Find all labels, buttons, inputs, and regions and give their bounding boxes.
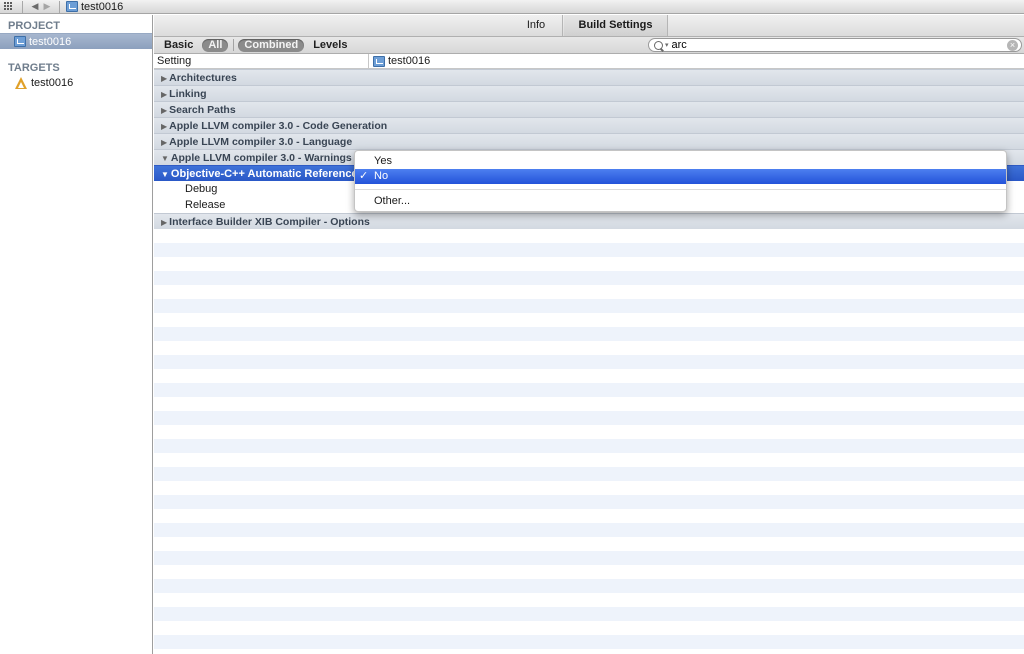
app-target-icon <box>14 77 28 89</box>
menu-item-other[interactable]: Other... <box>355 194 1006 209</box>
empty-row <box>154 537 1024 551</box>
empty-row <box>154 467 1024 481</box>
group-label: Apple LLVM compiler 3.0 - Language <box>169 136 353 148</box>
empty-row <box>154 411 1024 425</box>
column-header: Setting test0016 <box>154 53 1024 69</box>
disclosure-triangle-icon[interactable]: ▶ <box>161 218 167 227</box>
group-language[interactable]: ▶ Apple LLVM compiler 3.0 - Language <box>154 133 1024 149</box>
combined-view-button[interactable]: Combined <box>238 38 305 52</box>
group-label: Architectures <box>169 72 237 84</box>
setting-column-header[interactable]: Setting <box>154 53 369 69</box>
empty-row <box>154 285 1024 299</box>
empty-row <box>154 481 1024 495</box>
group-code-generation[interactable]: ▶ Apple LLVM compiler 3.0 - Code Generati… <box>154 117 1024 133</box>
disclosure-triangle-icon[interactable]: ▶ <box>161 122 167 131</box>
project-navigator: PROJECT test0016 TARGETS test0016 <box>0 15 153 654</box>
empty-row <box>154 635 1024 649</box>
divider <box>22 0 23 13</box>
project-icon <box>373 55 385 67</box>
group-label: Apple LLVM compiler 3.0 - Code Generatio… <box>169 120 388 132</box>
disclosure-triangle-icon[interactable]: ▼ <box>161 154 169 163</box>
disclosure-triangle-icon[interactable]: ▼ <box>161 170 169 179</box>
empty-row <box>154 439 1024 453</box>
empty-row <box>154 523 1024 537</box>
target-column-header[interactable]: test0016 <box>369 55 430 67</box>
empty-row <box>154 397 1024 411</box>
sidebar-item-project[interactable]: test0016 <box>0 33 152 49</box>
menu-item-label: Yes <box>374 155 392 167</box>
jump-bar: ◀ ▶ test0016 <box>0 0 1024 14</box>
editor-tab-bar: Info Build Settings <box>154 15 1024 37</box>
sidebar-item-label: test0016 <box>31 77 74 89</box>
sidebar-item-target[interactable]: test0016 <box>0 75 152 91</box>
setting-label: Objective-C++ Automatic Reference C <box>170 168 369 180</box>
empty-row <box>154 313 1024 327</box>
jumpbar-project[interactable]: test0016 <box>81 1 123 13</box>
menu-separator <box>355 189 1006 190</box>
back-arrow-icon[interactable]: ◀ <box>29 1 41 12</box>
group-ib-xib-compiler[interactable]: ▶ Interface Builder XIB Compiler - Option… <box>154 213 1024 229</box>
empty-row <box>154 369 1024 383</box>
empty-row <box>154 565 1024 579</box>
empty-row <box>154 383 1024 397</box>
empty-row <box>154 341 1024 355</box>
empty-row <box>154 271 1024 285</box>
menu-item-yes[interactable]: Yes <box>355 154 1006 169</box>
related-items-icon[interactable] <box>4 2 16 11</box>
divider <box>233 39 235 51</box>
empty-row <box>154 327 1024 341</box>
empty-row <box>154 621 1024 635</box>
levels-view-button[interactable]: Levels <box>307 39 353 52</box>
empty-row <box>154 257 1024 271</box>
empty-row <box>154 495 1024 509</box>
clear-search-icon[interactable]: × <box>1007 40 1018 51</box>
group-architectures[interactable]: ▶ Architectures <box>154 69 1024 85</box>
project-icon <box>14 36 26 47</box>
project-icon <box>66 1 78 12</box>
filter-bar: Basic All Combined Levels ▾ × <box>154 37 1024 54</box>
disclosure-triangle-icon[interactable]: ▶ <box>161 106 167 115</box>
checkmark-icon: ✓ <box>359 170 369 182</box>
group-label: Apple LLVM compiler 3.0 - Warnings <box>170 152 352 164</box>
chevron-down-icon[interactable]: ▾ <box>665 41 669 49</box>
empty-row <box>154 579 1024 593</box>
empty-row <box>154 607 1024 621</box>
disclosure-triangle-icon[interactable]: ▶ <box>161 90 167 99</box>
value-popup-menu: Yes ✓ No Other... <box>354 150 1007 212</box>
group-label: Linking <box>169 88 207 100</box>
targets-header: TARGETS <box>8 62 60 74</box>
sidebar-item-label: test0016 <box>29 35 72 48</box>
project-header: PROJECT <box>8 20 60 32</box>
basic-filter-button[interactable]: Basic <box>158 39 199 52</box>
disclosure-triangle-icon[interactable]: ▶ <box>161 138 167 147</box>
menu-item-label: No <box>374 170 389 182</box>
empty-row <box>154 425 1024 439</box>
tab-build-settings[interactable]: Build Settings <box>564 15 668 36</box>
search-input[interactable] <box>671 39 992 51</box>
empty-row <box>154 299 1024 313</box>
forward-arrow-icon[interactable]: ▶ <box>41 1 53 12</box>
tab-info[interactable]: Info <box>510 15 563 36</box>
group-search-paths[interactable]: ▶ Search Paths <box>154 101 1024 117</box>
disclosure-triangle-icon[interactable]: ▶ <box>161 74 167 83</box>
menu-item-no[interactable]: ✓ No <box>355 169 1006 184</box>
menu-item-label: Other... <box>374 195 411 207</box>
search-icon <box>654 40 663 50</box>
search-field[interactable]: ▾ × <box>648 38 1022 52</box>
all-filter-button[interactable]: All <box>202 38 229 52</box>
empty-row <box>154 453 1024 467</box>
empty-list-area <box>154 229 1024 649</box>
empty-row <box>154 229 1024 243</box>
build-settings-editor: Info Build Settings Basic All Combined L… <box>154 15 1024 654</box>
divider <box>59 0 60 13</box>
empty-row <box>154 593 1024 607</box>
empty-row <box>154 355 1024 369</box>
group-label: Search Paths <box>169 104 236 116</box>
group-label: Interface Builder XIB Compiler - Options <box>169 216 370 228</box>
empty-row <box>154 509 1024 523</box>
target-column-label: test0016 <box>388 55 431 67</box>
group-linking[interactable]: ▶ Linking <box>154 85 1024 101</box>
empty-row <box>154 243 1024 257</box>
empty-row <box>154 551 1024 565</box>
